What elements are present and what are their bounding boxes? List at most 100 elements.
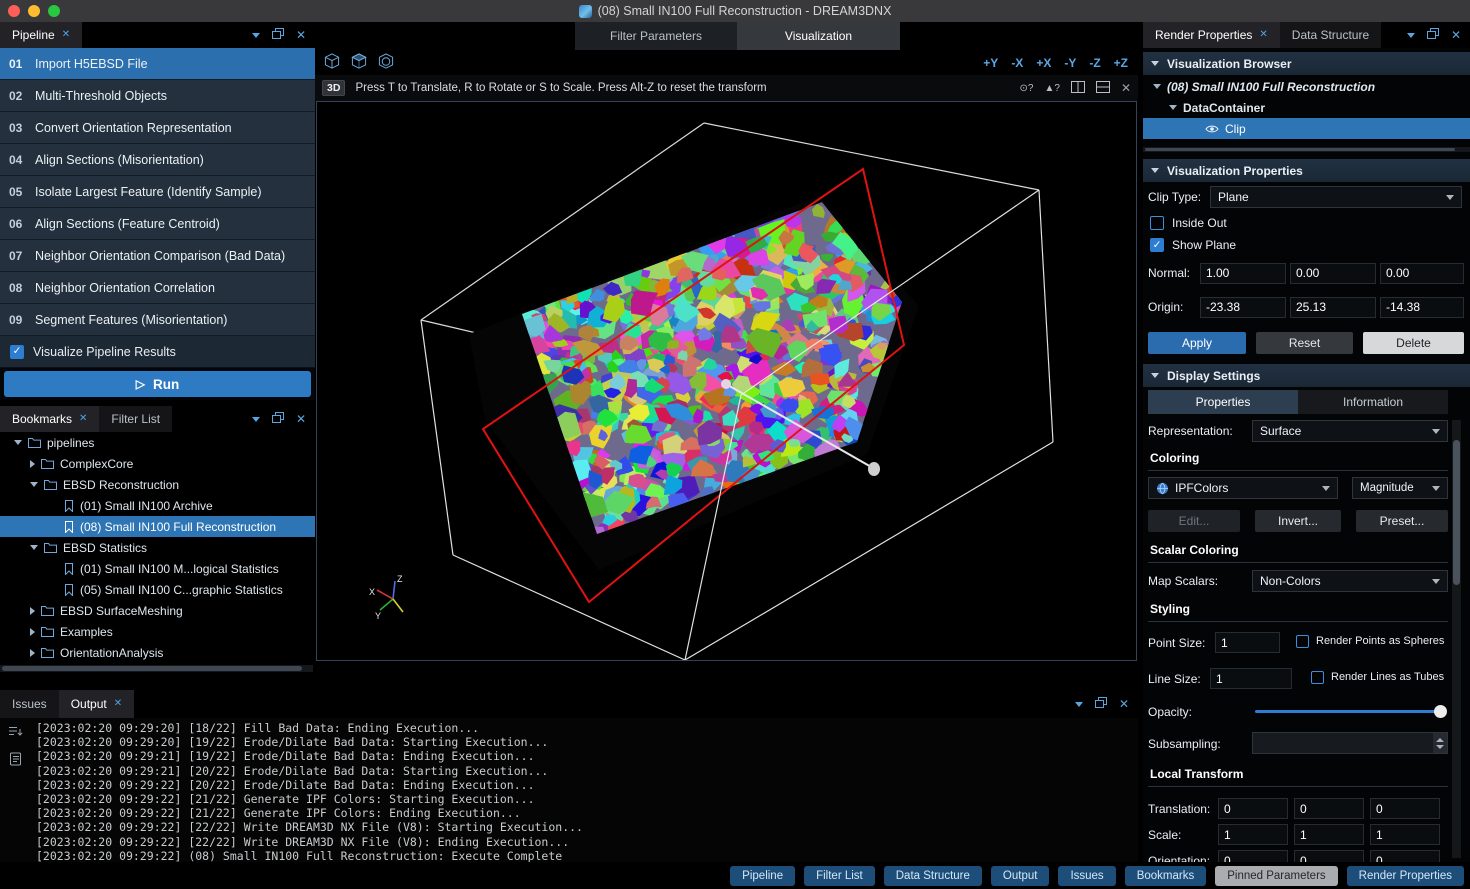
pipeline-filter-row[interactable]: 02 Multi-Threshold Objects bbox=[0, 80, 315, 112]
scrollbar-thumb[interactable] bbox=[1453, 440, 1460, 585]
pipeline-filter-row[interactable]: 08 Neighbor Orientation Correlation bbox=[0, 272, 315, 304]
delete-button[interactable]: Delete bbox=[1363, 332, 1464, 354]
undock-panel-icon[interactable] bbox=[1095, 697, 1107, 711]
panel-menu-caret-icon[interactable] bbox=[1407, 33, 1415, 38]
tree-item-ebsd-statistics[interactable]: EBSD Statistics bbox=[0, 537, 315, 558]
clip-type-dropdown[interactable]: Plane bbox=[1210, 186, 1462, 208]
horizontal-scrollbar[interactable] bbox=[0, 665, 313, 672]
tree-item-ebsd-reconstruction[interactable]: EBSD Reconstruction bbox=[0, 474, 315, 495]
undock-panel-icon[interactable] bbox=[272, 412, 284, 426]
subsampling-spinbox[interactable] bbox=[1252, 732, 1448, 754]
render-points-as-spheres-checkbox[interactable] bbox=[1296, 635, 1309, 648]
toggle-filter-list-button[interactable]: Filter List bbox=[804, 866, 875, 886]
scale-x-input[interactable] bbox=[1218, 824, 1288, 845]
apply-button[interactable]: Apply bbox=[1148, 332, 1246, 354]
undock-panel-icon[interactable] bbox=[272, 28, 284, 42]
tree-item-ebsd-surfacemeshing[interactable]: EBSD SurfaceMeshing bbox=[0, 600, 315, 621]
tab-display-properties[interactable]: Properties bbox=[1148, 390, 1298, 414]
spin-down-icon[interactable] bbox=[1436, 745, 1444, 749]
toggle-render-properties-button[interactable]: Render Properties bbox=[1347, 866, 1464, 886]
tree-item-morphological-statistics[interactable]: (01) Small IN100 M...logical Statistics bbox=[0, 558, 315, 579]
panel-menu-caret-icon[interactable] bbox=[252, 417, 260, 422]
pipeline-filter-row[interactable]: 06 Align Sections (Feature Centroid) bbox=[0, 208, 315, 240]
show-plane-checkbox[interactable]: ✓ bbox=[1150, 238, 1164, 252]
scrollbar-thumb[interactable] bbox=[2, 666, 302, 671]
origin-y-input[interactable] bbox=[1290, 297, 1376, 318]
zoom-window-button[interactable] bbox=[48, 5, 60, 17]
camera-plus-y-button[interactable]: +Y bbox=[983, 56, 998, 70]
close-tab-icon[interactable]: ✕ bbox=[1259, 30, 1267, 40]
tree-item-examples[interactable]: Examples bbox=[0, 621, 315, 642]
close-window-button[interactable] bbox=[8, 5, 20, 17]
pipeline-filter-row[interactable]: 05 Isolate Largest Feature (Identify Sam… bbox=[0, 176, 315, 208]
representation-dropdown[interactable]: Surface bbox=[1252, 420, 1448, 442]
normal-x-input[interactable] bbox=[1200, 263, 1286, 284]
pipeline-filter-row[interactable]: 07 Neighbor Orientation Comparison (Bad … bbox=[0, 240, 315, 272]
view-sphere-icon[interactable] bbox=[377, 53, 395, 73]
split-vertical-icon[interactable] bbox=[1071, 81, 1085, 96]
close-tab-icon[interactable]: ✕ bbox=[114, 699, 122, 709]
inside-out-checkbox[interactable] bbox=[1150, 216, 1164, 230]
normal-y-input[interactable] bbox=[1290, 263, 1376, 284]
auto-scroll-icon[interactable] bbox=[8, 725, 23, 742]
panel-menu-caret-icon[interactable] bbox=[252, 33, 260, 38]
scale-z-input[interactable] bbox=[1370, 824, 1440, 845]
origin-z-input[interactable] bbox=[1380, 297, 1464, 318]
toggle-bookmarks-button[interactable]: Bookmarks bbox=[1125, 866, 1207, 886]
display-settings-scrollbar[interactable] bbox=[1452, 420, 1461, 858]
orientation-z-input[interactable] bbox=[1370, 850, 1440, 862]
camera-minus-z-button[interactable]: -Z bbox=[1089, 56, 1100, 70]
chevron-down-icon[interactable] bbox=[1153, 84, 1161, 89]
line-size-input[interactable] bbox=[1210, 668, 1292, 689]
camera-minus-y-button[interactable]: -Y bbox=[1064, 56, 1076, 70]
chevron-down-icon[interactable] bbox=[14, 440, 22, 445]
tab-render-properties[interactable]: Render Properties ✕ bbox=[1143, 22, 1280, 48]
tree-item-small-in100-full-reconstruction[interactable]: (08) Small IN100 Full Reconstruction bbox=[0, 516, 315, 537]
component-dropdown[interactable]: Magnitude bbox=[1352, 477, 1448, 499]
close-tab-icon[interactable]: ✕ bbox=[62, 30, 70, 40]
toggle-pinned-parameters-button[interactable]: Pinned Parameters bbox=[1215, 866, 1337, 886]
console-log[interactable]: [2023:02:20 09:29:20] [18/22] Fill Bad D… bbox=[30, 718, 583, 862]
pipeline-filter-row[interactable]: 09 Segment Features (Misorientation) bbox=[0, 304, 315, 336]
translation-z-input[interactable] bbox=[1370, 798, 1440, 819]
color-array-dropdown[interactable]: IPFColors bbox=[1148, 477, 1338, 499]
tree-item-small-in100-archive[interactable]: (01) Small IN100 Archive bbox=[0, 495, 315, 516]
tab-output[interactable]: Output ✕ bbox=[59, 690, 134, 718]
translation-y-input[interactable] bbox=[1294, 798, 1364, 819]
tab-filter-parameters[interactable]: Filter Parameters bbox=[575, 22, 737, 50]
query-point-icon[interactable]: ⊙? bbox=[1020, 83, 1034, 94]
spin-up-icon[interactable] bbox=[1436, 738, 1444, 742]
close-panel-icon[interactable]: ✕ bbox=[296, 29, 306, 41]
chevron-right-icon[interactable] bbox=[30, 628, 35, 636]
orientation-x-input[interactable] bbox=[1218, 850, 1288, 862]
translation-x-input[interactable] bbox=[1218, 798, 1288, 819]
pipeline-filter-row[interactable]: 03 Convert Orientation Representation bbox=[0, 112, 315, 144]
tab-filter-list[interactable]: Filter List bbox=[99, 406, 172, 432]
chevron-right-icon[interactable] bbox=[30, 460, 35, 468]
pipeline-filter-row[interactable]: 04 Align Sections (Misorientation) bbox=[0, 144, 315, 176]
subsampling-input[interactable] bbox=[1253, 733, 1433, 753]
split-horizontal-icon[interactable] bbox=[1096, 81, 1110, 96]
toggle-pipeline-button[interactable]: Pipeline bbox=[730, 866, 795, 886]
camera-minus-x-button[interactable]: -X bbox=[1011, 56, 1023, 70]
chevron-down-icon[interactable] bbox=[30, 545, 38, 550]
chevron-right-icon[interactable] bbox=[30, 649, 35, 657]
log-document-icon[interactable] bbox=[9, 752, 22, 769]
visualize-results-checkbox[interactable]: ✓ bbox=[10, 345, 24, 359]
orientation-y-input[interactable] bbox=[1294, 850, 1364, 862]
close-render-view-icon[interactable]: ✕ bbox=[1121, 82, 1131, 94]
normal-z-input[interactable] bbox=[1380, 263, 1464, 284]
tab-display-information[interactable]: Information bbox=[1298, 390, 1448, 414]
toggle-data-structure-button[interactable]: Data Structure bbox=[884, 866, 982, 886]
render-lines-as-tubes-checkbox[interactable] bbox=[1311, 671, 1324, 684]
view-cube-face-icon[interactable] bbox=[350, 53, 368, 73]
chevron-down-icon[interactable] bbox=[1169, 105, 1177, 110]
tree-item-complexcore[interactable]: ComplexCore bbox=[0, 453, 315, 474]
chevron-down-icon[interactable] bbox=[30, 482, 38, 487]
camera-plus-z-button[interactable]: +Z bbox=[1114, 56, 1128, 70]
tab-pipeline[interactable]: Pipeline ✕ bbox=[0, 22, 82, 48]
render-viewport[interactable]: Z X Y bbox=[316, 101, 1137, 661]
invert-colormap-button[interactable]: Invert... bbox=[1255, 510, 1341, 532]
run-pipeline-button[interactable]: ▷ Run bbox=[4, 371, 311, 397]
visibility-eye-icon[interactable] bbox=[1205, 124, 1219, 134]
